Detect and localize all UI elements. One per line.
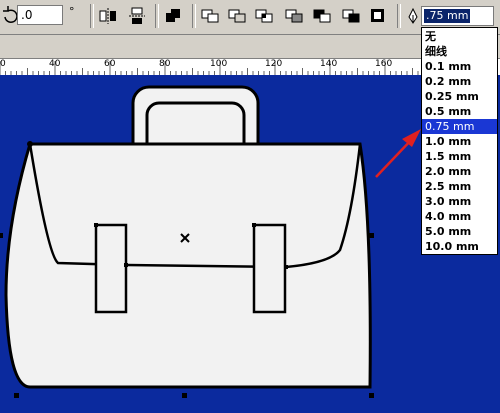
outline-option[interactable]: 1.5 mm [422, 149, 497, 164]
outline-width-select[interactable]: .75 mm [421, 6, 494, 26]
intersect-button[interactable] [253, 5, 275, 27]
front-minus-back-button[interactable] [311, 5, 333, 27]
toolbar-separator [155, 4, 159, 28]
outline-option[interactable]: 1.0 mm [422, 134, 497, 149]
node-handle[interactable] [94, 223, 98, 227]
ruler-label: 160 [375, 59, 393, 69]
degree-unit-label: ° [69, 5, 75, 18]
toolbar-separator [90, 4, 94, 28]
bag-strap-left[interactable] [94, 223, 128, 314]
rotation-angle-input[interactable]: .0 [17, 5, 63, 25]
selection-handle-bottom-left[interactable] [14, 393, 19, 398]
outline-option[interactable]: 0.5 mm [422, 104, 497, 119]
outline-option-selected[interactable]: 0.75 mm [422, 119, 497, 134]
combine-button[interactable] [162, 5, 184, 27]
selection-handle-right[interactable] [369, 233, 374, 238]
outline-option[interactable]: 4.0 mm [422, 209, 497, 224]
outline-option[interactable]: 0.2 mm [422, 74, 497, 89]
simplify-button[interactable] [283, 5, 305, 27]
ruler-label: 60 [104, 59, 116, 69]
boundary-button[interactable] [367, 5, 389, 27]
outline-option[interactable]: 10.0 mm [422, 239, 497, 254]
trim-button[interactable] [226, 5, 248, 27]
outline-option-hairline[interactable]: 细线 [422, 44, 497, 59]
back-minus-front-button[interactable] [340, 5, 362, 27]
outline-option[interactable]: 3.0 mm [422, 194, 497, 209]
toolbar-separator [397, 4, 401, 28]
ruler-label: 80 [159, 59, 171, 69]
ruler-label: 40 [49, 59, 61, 69]
mirror-horizontal-button[interactable] [97, 5, 119, 27]
selection-handle-bottom[interactable] [182, 393, 187, 398]
outline-width-dropdown[interactable]: 无 细线 0.1 mm 0.2 mm 0.25 mm 0.5 mm 0.75 m… [421, 27, 498, 255]
mirror-vertical-button[interactable] [126, 5, 148, 27]
node-handle[interactable] [124, 263, 128, 267]
outline-width-value: .75 mm [424, 9, 471, 23]
outline-option[interactable]: 5.0 mm [422, 224, 497, 239]
outline-option-none[interactable]: 无 [422, 29, 497, 44]
outline-option[interactable]: 0.25 mm [422, 89, 497, 104]
selection-handle-bottom-right[interactable] [369, 393, 374, 398]
ruler-label: 120 [265, 59, 283, 69]
ruler-label: 140 [320, 59, 338, 69]
ruler-label: 100 [210, 59, 228, 69]
outline-option[interactable]: 2.0 mm [422, 164, 497, 179]
node-handle[interactable] [27, 141, 33, 147]
pen-outline-icon [402, 5, 418, 27]
node-handle[interactable] [284, 265, 288, 269]
weld-button[interactable] [199, 5, 221, 27]
outline-option[interactable]: 2.5 mm [422, 179, 497, 194]
toolbar-separator [192, 4, 196, 28]
outline-option[interactable]: 0.1 mm [422, 59, 497, 74]
bag-strap-right[interactable] [252, 223, 287, 314]
selection-handle-left[interactable] [0, 233, 3, 238]
ruler-label: 0 [0, 59, 6, 69]
node-handle[interactable] [252, 223, 256, 227]
red-arrow-icon [375, 129, 421, 178]
